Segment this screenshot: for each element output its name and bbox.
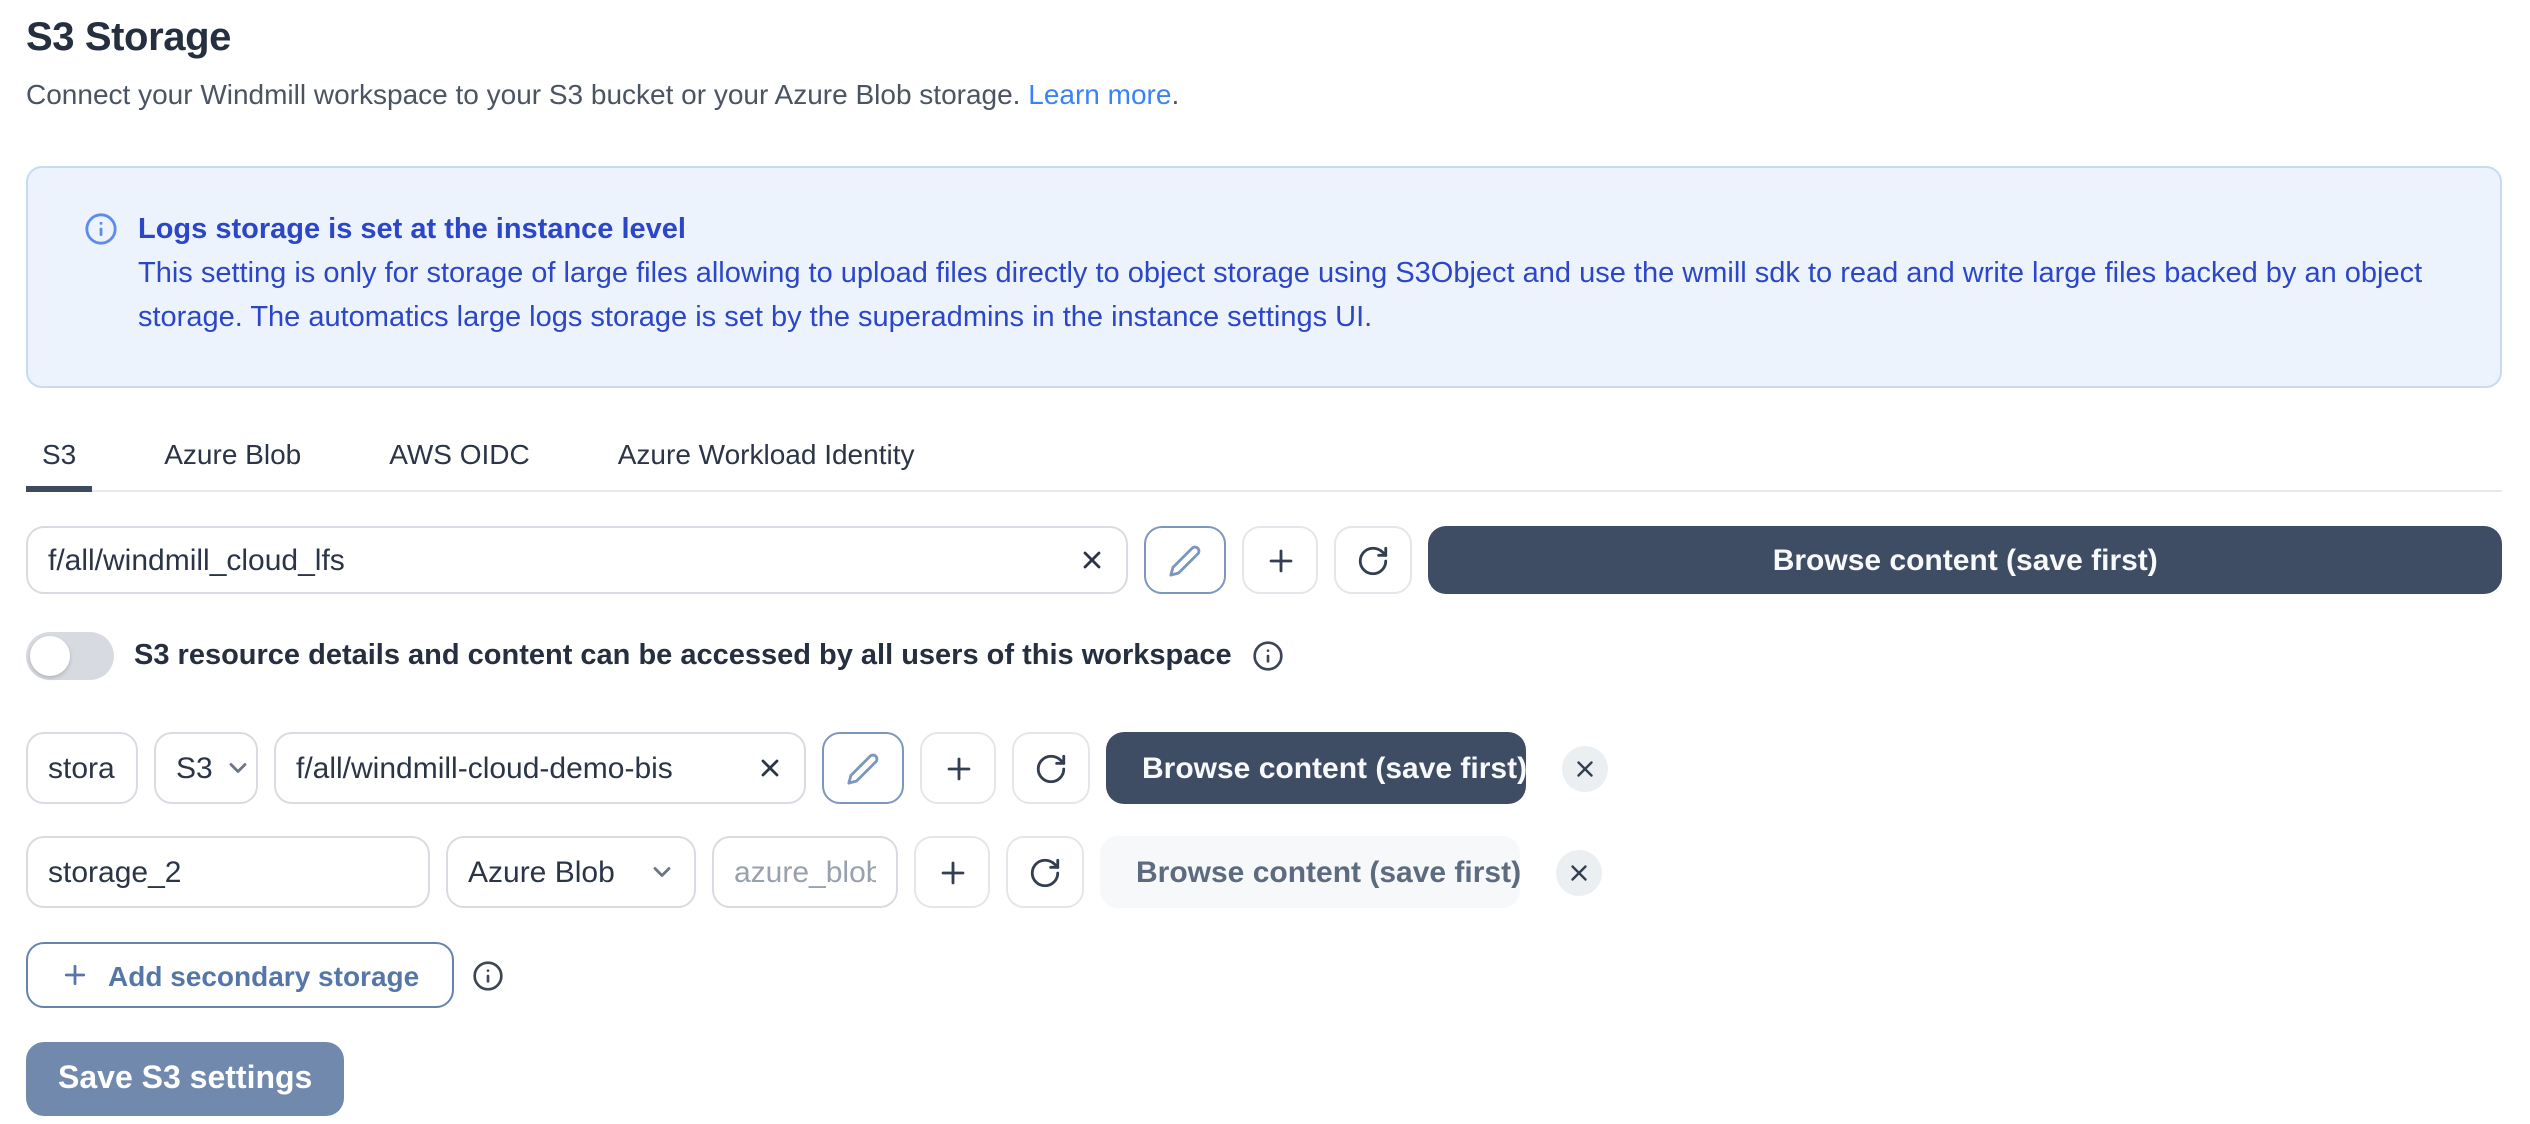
workspace-access-toggle-row: S3 resource details and content can be a… <box>26 632 2502 680</box>
clear-icon <box>756 754 784 782</box>
plus-icon <box>941 751 975 785</box>
learn-more-link[interactable]: Learn more <box>1028 78 1171 110</box>
browse-content-button-disabled[interactable]: Browse content (save first) <box>1100 836 1520 908</box>
primary-resource-path-input[interactable] <box>26 526 1128 594</box>
page-subtitle: Connect your Windmill workspace to your … <box>26 78 2502 110</box>
plus-icon <box>935 855 969 889</box>
add-secondary-row: Add secondary storage <box>26 942 2502 1008</box>
secondary-storage-name-input[interactable] <box>26 836 430 908</box>
remove-secondary-storage-button[interactable] <box>1562 745 1608 791</box>
refresh-resource-button[interactable] <box>1334 526 1412 594</box>
clear-input-button[interactable] <box>756 754 784 782</box>
secondary-storage-row: Azure Blob Browse content (save first) <box>26 836 2502 908</box>
alert-body: This setting is only for storage of larg… <box>138 254 2438 340</box>
info-icon[interactable] <box>471 959 503 991</box>
tab-aws-oidc[interactable]: AWS OIDC <box>373 438 546 492</box>
add-resource-button[interactable] <box>914 836 990 908</box>
chevron-down-icon <box>225 754 253 782</box>
chevron-down-icon <box>648 858 676 886</box>
primary-storage-row: Browse content (save first) <box>26 526 2502 594</box>
remove-secondary-storage-button[interactable] <box>1556 849 1602 895</box>
browse-content-button[interactable]: Browse content (save first) <box>1106 732 1526 804</box>
add-secondary-storage-button[interactable]: Add secondary storage <box>26 942 453 1008</box>
s3-storage-settings-page: S3 Storage Connect your Windmill workspa… <box>0 0 2530 1124</box>
add-resource-button[interactable] <box>920 732 996 804</box>
secondary-storage-name-input[interactable] <box>26 732 138 804</box>
subtitle-text: Connect your Windmill workspace to your … <box>26 78 1020 110</box>
refresh-icon <box>1028 855 1062 889</box>
plus-icon <box>60 960 90 990</box>
tab-azure-workload-identity[interactable]: Azure Workload Identity <box>602 438 931 492</box>
info-icon <box>84 212 118 246</box>
add-secondary-storage-label: Add secondary storage <box>108 959 419 991</box>
logs-storage-info-banner: Logs storage is set at the instance leve… <box>26 166 2502 388</box>
add-resource-button[interactable] <box>1242 526 1318 594</box>
page-title: S3 Storage <box>26 0 2502 62</box>
workspace-access-label: S3 resource details and content can be a… <box>134 640 1232 672</box>
secondary-resource-path-input[interactable] <box>712 836 898 908</box>
storage-type-select[interactable]: Azure Blob <box>446 836 696 908</box>
secondary-storage-row: S3 Browse content (save first) <box>26 732 2502 804</box>
edit-resource-button[interactable] <box>822 732 904 804</box>
clear-input-button[interactable] <box>1078 546 1106 574</box>
refresh-icon <box>1356 543 1390 577</box>
workspace-access-toggle[interactable] <box>26 632 114 680</box>
save-s3-settings-button[interactable]: Save S3 settings <box>26 1042 344 1116</box>
refresh-resource-button[interactable] <box>1006 836 1084 908</box>
alert-title: Logs storage is set at the instance leve… <box>138 213 686 245</box>
toggle-knob <box>30 636 70 676</box>
storage-type-select[interactable]: S3 <box>154 732 258 804</box>
tab-azure-blob[interactable]: Azure Blob <box>148 438 317 492</box>
storage-type-selected: Azure Blob <box>468 855 615 889</box>
edit-resource-button[interactable] <box>1144 526 1226 594</box>
refresh-icon <box>1034 751 1068 785</box>
refresh-resource-button[interactable] <box>1012 732 1090 804</box>
storage-type-selected: S3 <box>176 751 213 785</box>
subtitle-period: . <box>1171 78 1179 110</box>
close-icon <box>1566 859 1592 885</box>
info-icon[interactable] <box>1252 640 1284 672</box>
close-icon <box>1572 755 1598 781</box>
storage-type-tabs: S3 Azure Blob AWS OIDC Azure Workload Id… <box>26 438 2502 492</box>
pencil-icon <box>1168 543 1202 577</box>
plus-icon <box>1263 543 1297 577</box>
clear-icon <box>1078 546 1106 574</box>
tab-s3[interactable]: S3 <box>26 438 92 492</box>
pencil-icon <box>846 751 880 785</box>
secondary-resource-path-input[interactable] <box>274 732 806 804</box>
browse-content-button[interactable]: Browse content (save first) <box>1428 526 2502 594</box>
